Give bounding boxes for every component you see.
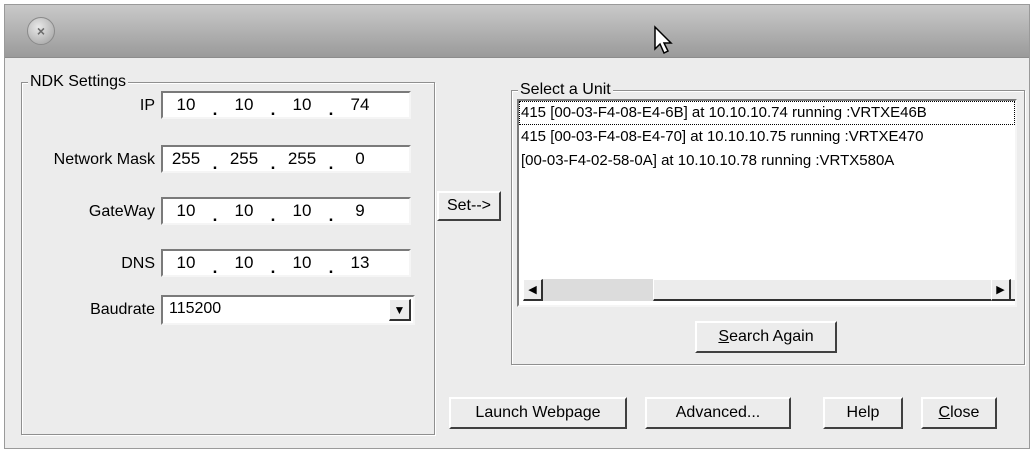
select-unit-legend: Select a Unit	[518, 81, 613, 99]
mask-octet[interactable]: 255	[221, 149, 267, 169]
gateway-octet[interactable]: 9	[337, 201, 383, 221]
advanced-button[interactable]: Advanced...	[645, 397, 791, 429]
dns-field[interactable]: 10. 10. 10. 13	[161, 249, 411, 277]
dns-label: DNS	[121, 255, 155, 272]
baudrate-label: Baudrate	[90, 301, 155, 318]
ip-label: IP	[139, 97, 155, 114]
unit-list-item[interactable]: 415 [00-03-F4-08-E4-6B] at 10.10.10.74 r…	[519, 101, 1015, 125]
scrollbar-thumb[interactable]	[653, 279, 1015, 301]
ip-octet[interactable]: 10	[221, 95, 267, 115]
gateway-octet[interactable]: 10	[163, 201, 209, 221]
horizontal-scrollbar[interactable]: ◀ ▶	[523, 279, 1015, 301]
dns-octet[interactable]: 10	[163, 253, 209, 273]
chevron-down-icon[interactable]: ▼	[389, 299, 411, 321]
help-button[interactable]: Help	[823, 397, 903, 429]
ip-octet[interactable]: 10	[163, 95, 209, 115]
launch-webpage-button[interactable]: Launch Webpage	[449, 397, 627, 429]
mask-octet[interactable]: 0	[337, 149, 383, 169]
unit-list-item[interactable]: [00-03-F4-02-58-0A] at 10.10.10.78 runni…	[519, 149, 1015, 173]
gateway-field[interactable]: 10. 10. 10. 9	[161, 197, 411, 225]
close-label: lose	[950, 404, 980, 421]
set-button[interactable]: Set-->	[437, 191, 501, 221]
dns-octet[interactable]: 10	[279, 253, 325, 273]
mouse-cursor-icon	[654, 25, 673, 55]
search-again-button[interactable]: Search Again	[695, 321, 837, 353]
window-close-icon[interactable]: ×	[27, 17, 55, 45]
title-bar[interactable]: ×	[5, 5, 1029, 58]
ip-octet[interactable]: 74	[337, 95, 383, 115]
arrow-left-icon[interactable]: ◀	[523, 279, 543, 301]
network-mask-label: Network Mask	[53, 151, 155, 168]
search-again-mnemonic: S	[718, 328, 730, 345]
mask-octet[interactable]: 255	[279, 149, 325, 169]
close-button[interactable]: Close	[921, 397, 997, 429]
close-mnemonic: C	[938, 404, 951, 421]
ndk-settings-window: × NDK Settings IP 10. 10. 10. 74 Network…	[4, 4, 1030, 449]
mask-octet[interactable]: 255	[163, 149, 209, 169]
gateway-label: GateWay	[88, 203, 155, 220]
unit-list-item[interactable]: 415 [00-03-F4-08-E4-70] at 10.10.10.75 r…	[519, 125, 1015, 149]
dns-octet[interactable]: 10	[221, 253, 267, 273]
ip-field[interactable]: 10. 10. 10. 74	[161, 91, 411, 119]
dns-octet[interactable]: 13	[337, 253, 383, 273]
network-mask-field[interactable]: 255. 255. 255. 0	[161, 145, 411, 173]
arrow-right-icon[interactable]: ▶	[991, 279, 1011, 301]
search-again-label: earch Again	[729, 328, 814, 345]
unit-list[interactable]: 415 [00-03-F4-08-E4-6B] at 10.10.10.74 r…	[517, 99, 1017, 307]
gateway-octet[interactable]: 10	[279, 201, 325, 221]
ip-octet[interactable]: 10	[279, 95, 325, 115]
gateway-octet[interactable]: 10	[221, 201, 267, 221]
baudrate-value: 115200	[169, 300, 222, 317]
baudrate-select[interactable]: 115200 ▼	[161, 295, 415, 325]
ndk-settings-legend: NDK Settings	[28, 73, 129, 91]
